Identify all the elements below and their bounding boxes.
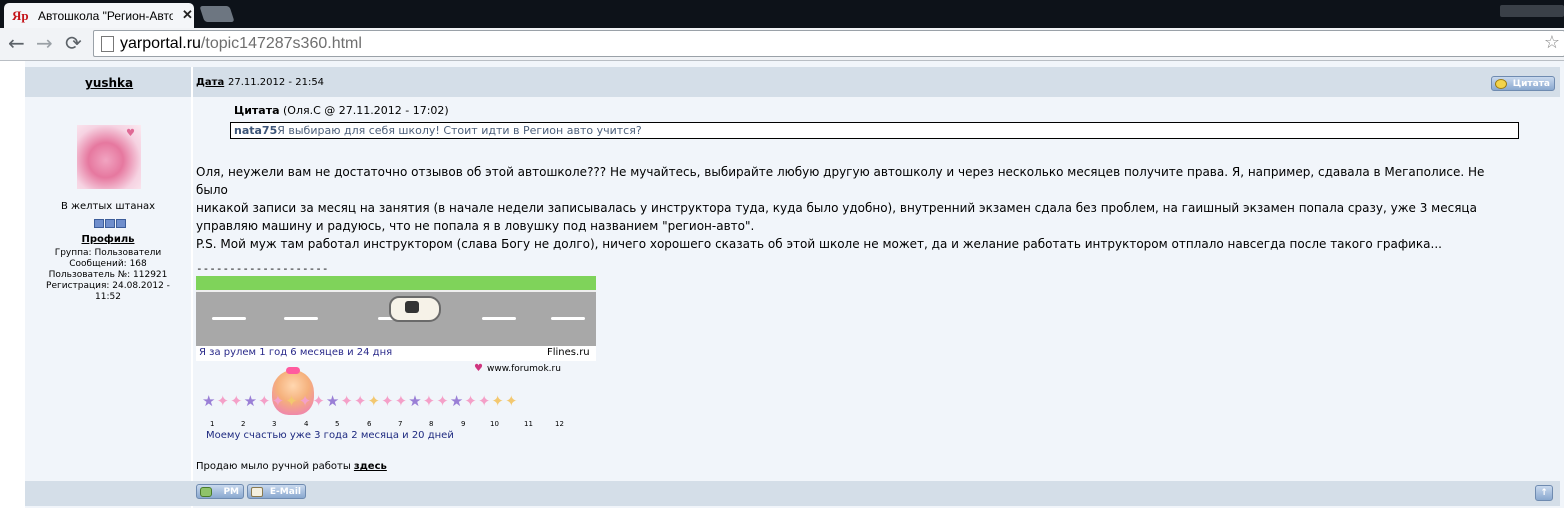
forward-arrow-icon[interactable]: → <box>36 31 53 55</box>
user-registration-time: 11:52 <box>95 292 121 302</box>
forum-post: yushka Дата 27.11.2012 - 21:54 Цитата ♥ … <box>25 61 1564 508</box>
window-controls[interactable] <box>1500 5 1564 17</box>
happiness-ticker-text: Моему счастью уже 3 года 2 месяца и 20 д… <box>206 430 454 441</box>
post-body-line: P.S. Мой муж там работал инструктором (с… <box>196 237 1442 251</box>
envelope-icon <box>251 487 263 497</box>
quote-inner-author: nata75 <box>234 124 278 137</box>
heart-icon: ♥ <box>126 128 135 139</box>
quote-header: Цитата (Оля.С @ 27.11.2012 - 17:02) <box>234 104 449 117</box>
road-dash <box>551 317 585 320</box>
user-messages: Сообщений: 168 <box>69 259 147 269</box>
ticker-number: 1 <box>210 420 215 428</box>
post-body: Оля, неужели вам не достаточно отзывов о… <box>196 163 1516 253</box>
quote-label: Цитата <box>234 104 280 117</box>
rank-pips <box>94 213 127 232</box>
user-group: Группа: Пользователи <box>54 248 162 258</box>
profile-link[interactable]: Профиль <box>25 234 191 245</box>
url-path: /topic147287s360.html <box>200 35 362 52</box>
ticker-number: 9 <box>461 420 466 428</box>
post-date: 27.11.2012 - 21:54 <box>228 77 325 88</box>
tab-strip: Яр Автошкола "Регион-Авто ✕ <box>0 0 1564 28</box>
reload-icon[interactable]: ⟳ <box>65 31 82 55</box>
post-body-line: управляю машину и радуюсь, что не попала… <box>196 219 755 233</box>
road-dash <box>482 317 516 320</box>
pm-button[interactable]: PM <box>196 484 244 499</box>
road-dash <box>212 317 246 320</box>
address-bar[interactable]: yarportal.ru/topic147287s360.html ☆ <box>93 30 1564 57</box>
date-label[interactable]: Дата <box>196 77 224 88</box>
browser-toolbar: ← → ⟳ yarportal.ru/topic147287s360.html … <box>0 28 1564 61</box>
ticker-number: 2 <box>241 420 246 428</box>
ticker-number: 4 <box>304 420 309 428</box>
post-body-line: никакой записи за месяц на занятия (в на… <box>196 201 1477 215</box>
soap-link[interactable]: здесь <box>354 461 387 472</box>
ticker-number: 5 <box>335 420 340 428</box>
heart-icon: ♥ <box>474 363 483 374</box>
ticker-number: 8 <box>429 420 434 428</box>
ticker-number: 6 <box>367 420 372 428</box>
car-icon <box>389 296 441 322</box>
user-status: В желтых штанах <box>60 201 156 212</box>
new-tab-button[interactable] <box>199 6 235 22</box>
quote-box: nata75Я выбираю для себя школу! Стоит ид… <box>230 122 1519 139</box>
column-divider <box>191 67 193 508</box>
quote-button[interactable]: Цитата <box>1491 76 1555 91</box>
post-author-link[interactable]: yushka <box>85 76 133 90</box>
up-arrow-icon: ↑ <box>1540 488 1548 498</box>
quote-button-label: Цитата <box>1512 79 1550 89</box>
url-host: yarportal.ru <box>120 35 201 52</box>
road-dash <box>284 317 318 320</box>
tab-close-icon[interactable]: ✕ <box>182 7 193 23</box>
user-registration: Регистрация: 24.08.2012 - <box>46 281 170 291</box>
star-icon[interactable]: ☆ <box>1544 32 1560 53</box>
baby-bow <box>286 367 300 374</box>
soap-signature: Продаю мыло ручной работы здесь <box>196 461 387 472</box>
ticker-number: 3 <box>272 420 277 428</box>
browser-tab[interactable]: Яр Автошкола "Регион-Авто ✕ <box>4 3 194 28</box>
scroll-top-button[interactable]: ↑ <box>1535 485 1553 501</box>
email-button-label: E-Mail <box>269 487 301 497</box>
email-button[interactable]: E-Mail <box>247 484 306 499</box>
ticker-number: 10 <box>490 420 499 428</box>
driving-ticker-site: Flines.ru <box>547 347 590 358</box>
url-text: yarportal.ru/topic147287s360.html <box>120 35 362 53</box>
forumok-text: www.forumok.ru <box>486 364 561 374</box>
tab-title: Автошкола "Регион-Авто <box>38 9 173 23</box>
ticker-number: 7 <box>398 420 403 428</box>
ticker-number: 12 <box>555 420 564 428</box>
quote-inner-text: Я выбираю для себя школу! Стоит идти в Р… <box>277 124 642 137</box>
back-arrow-icon[interactable]: ← <box>8 31 25 55</box>
driving-ticker-text: Я за рулем 1 год 6 месяцев и 24 дня <box>199 347 393 358</box>
users-icon <box>200 487 212 497</box>
forumok-link[interactable]: ♥ www.forumok.ru <box>474 363 561 374</box>
ticker-number: 11 <box>524 420 533 428</box>
stars-ticker: ★✦✦★✦✦✦✦✦★✦✦✦✦✦★✦✦★✦✦✦✦ <box>202 392 519 410</box>
quote-source: (Оля.С @ 27.11.2012 - 17:02) <box>283 104 449 117</box>
post-body-line: Оля, неужели вам не достаточно отзывов о… <box>196 165 1485 197</box>
avatar: ♥ <box>77 125 141 189</box>
pm-button-label: PM <box>223 487 239 497</box>
signature-separator: -------------------- <box>196 262 329 275</box>
soap-text: Продаю мыло ручной работы <box>196 461 354 472</box>
speech-bubble-icon <box>1495 79 1507 89</box>
site-favicon-icon: Яр <box>12 8 29 23</box>
user-number: Пользователь №: 112921 <box>48 270 168 280</box>
page-icon <box>101 36 114 52</box>
